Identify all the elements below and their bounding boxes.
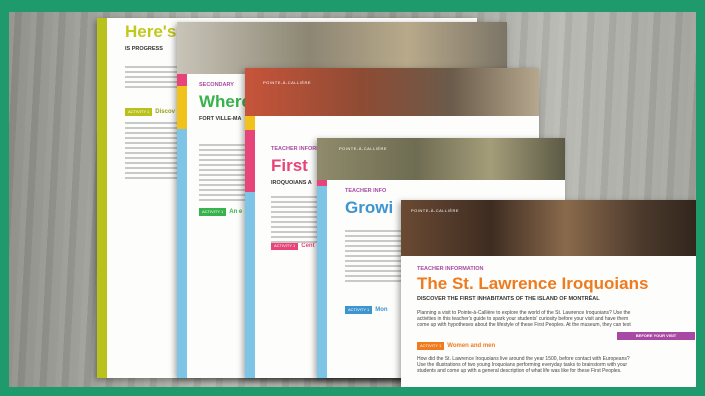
body-text <box>125 66 185 91</box>
page-subtitle: IROQUOIANS A <box>271 180 312 186</box>
activity-badge: ACTIVITY 1 <box>345 306 373 314</box>
section-label: TEACHER INFORMATION <box>417 266 484 272</box>
header-photo <box>245 68 539 116</box>
museum-logo: POINTE-À-CALLIÈRE <box>339 146 388 151</box>
page-title: Where <box>199 92 251 111</box>
activity-title: Mon <box>375 307 388 313</box>
header-photo <box>177 22 507 74</box>
intro-line-3: come up with hypotheses about the lifest… <box>417 322 631 328</box>
body-text <box>345 230 401 285</box>
color-stripe <box>177 22 187 378</box>
page-title: First <box>271 156 308 175</box>
booklet-page-front: POINTE-À-CALLIÈRE TEACHER INFORMATION Th… <box>401 200 696 387</box>
museum-logo: POINTE-À-CALLIÈRE <box>263 80 312 85</box>
section-label: TEACHER INFO <box>345 188 387 194</box>
activity-heading: ACTIVITY 1 Discov <box>125 108 175 116</box>
activity-heading: ACTIVITY 1 Mon <box>345 306 388 314</box>
page-subtitle: FORT VILLE-MA <box>199 116 242 122</box>
museum-logo: POINTE-À-CALLIÈRE <box>411 208 460 213</box>
activity-title: An e <box>229 209 243 215</box>
page-subtitle: IS PROGRESS <box>125 46 163 52</box>
header-photo <box>317 138 565 180</box>
page-title: The St. Lawrence Iroquoians <box>417 274 649 293</box>
before-visit-tab: BEFORE YOUR VISIT <box>617 332 695 340</box>
body-text <box>125 122 185 182</box>
page-subtitle: DISCOVER THE FIRST INHABITANTS OF THE IS… <box>417 296 600 302</box>
activity-badge: ACTIVITY 1 <box>125 108 153 116</box>
activity-heading: ACTIVITY 1 Women and men <box>417 342 495 350</box>
section-label: SECONDARY <box>199 82 234 88</box>
body-line-3: students and come up with a general desc… <box>417 368 622 374</box>
page-title: Here's <box>125 22 177 41</box>
activity-title: Discov <box>155 109 175 115</box>
activity-badge: ACTIVITY 1 <box>417 342 445 350</box>
activity-title: Women and men <box>447 343 496 349</box>
activity-badge: ACTIVITY 1 <box>199 208 227 216</box>
activity-heading: ACTIVITY 1 An e <box>199 208 242 216</box>
page-title: Growi <box>345 198 394 217</box>
image-frame: Here's IS PROGRESS ACTIVITY 1 Discov SEC… <box>0 0 705 396</box>
color-stripe <box>97 18 107 378</box>
